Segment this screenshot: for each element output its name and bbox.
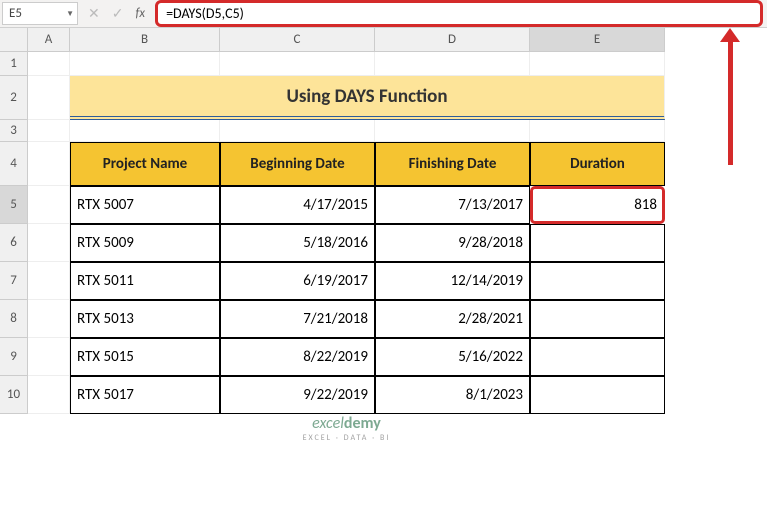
column-headers: A B C D E [28,28,665,52]
cell-d10[interactable]: 8/1/2023 [375,376,530,414]
table-row: Using DAYS Function [28,76,665,120]
callout-line [728,41,733,165]
check-icon[interactable]: ✓ [106,5,130,22]
formula-bar: E5 ▼ ✕ ✓ fx =DAYS(D5,C5) [0,0,767,28]
cell-a8[interactable] [28,300,70,338]
row-header-3[interactable]: 3 [0,120,28,142]
cell-d6[interactable]: 9/28/2018 [375,224,530,262]
callout-arrow-icon [720,28,740,42]
cell-a6[interactable] [28,224,70,262]
left-col: 1 2 3 4 5 6 7 8 9 10 [0,28,28,507]
row-header-5[interactable]: 5 [0,186,28,224]
name-box-value: E5 [9,6,22,21]
table-row [28,52,665,76]
row-headers: 1 2 3 4 5 6 7 8 9 10 [0,52,28,414]
row-header-9[interactable]: 9 [0,338,28,376]
cell-d7[interactable]: 12/14/2019 [375,262,530,300]
fx-icon[interactable]: fx [129,6,151,21]
cell-c1[interactable] [220,52,375,76]
cancel-icon[interactable]: ✕ [82,5,106,22]
cell-c5[interactable]: 4/17/2015 [220,186,375,224]
cell-d8[interactable]: 2/28/2021 [375,300,530,338]
cell-c10[interactable]: 9/22/2019 [220,376,375,414]
row-header-1[interactable]: 1 [0,52,28,76]
table-row: RTX 5017 9/22/2019 8/1/2023 [28,376,665,414]
cell-a1[interactable] [28,52,70,76]
cell-a4[interactable] [28,142,70,186]
cell-d1[interactable] [375,52,530,76]
cell-a2[interactable] [28,76,70,120]
table-row: RTX 5011 6/19/2017 12/14/2019 [28,262,665,300]
cell-b10[interactable]: RTX 5017 [70,376,220,414]
cell-c9[interactable]: 8/22/2019 [220,338,375,376]
formula-bar-controls: ✕ ✓ fx [78,0,155,27]
cell-e6[interactable] [530,224,665,262]
cell-e8[interactable] [530,300,665,338]
cell-b7[interactable]: RTX 5011 [70,262,220,300]
cell-d5[interactable]: 7/13/2017 [375,186,530,224]
table-row: RTX 5007 4/17/2015 7/13/2017 818 [28,186,665,224]
sheet-title[interactable]: Using DAYS Function [70,76,665,120]
watermark: exceldemy EXCEL · DATA · BI [291,410,403,447]
table-row: RTX 5009 5/18/2016 9/28/2018 [28,224,665,262]
row-header-7[interactable]: 7 [0,262,28,300]
cell-e3[interactable] [530,120,665,142]
cell-b8[interactable]: RTX 5013 [70,300,220,338]
cell-a5[interactable] [28,186,70,224]
cell-c6[interactable]: 5/18/2016 [220,224,375,262]
cell-a10[interactable] [28,376,70,414]
row-header-2[interactable]: 2 [0,76,28,120]
cell-b5[interactable]: RTX 5007 [70,186,220,224]
select-all-corner[interactable] [0,28,28,52]
cell-e9[interactable] [530,338,665,376]
row-header-6[interactable]: 6 [0,224,28,262]
row-header-4[interactable]: 4 [0,142,28,186]
col-header-b[interactable]: B [70,28,220,52]
cell-d3[interactable] [375,120,530,142]
formula-input[interactable]: =DAYS(D5,C5) [155,0,763,27]
watermark-brand: exceldemy [303,414,391,433]
header-begin[interactable]: Beginning Date [220,142,375,186]
name-box[interactable]: E5 ▼ [2,2,78,25]
cell-a9[interactable] [28,338,70,376]
table-row: Project Name Beginning Date Finishing Da… [28,142,665,186]
row-header-8[interactable]: 8 [0,300,28,338]
cell-c8[interactable]: 7/21/2018 [220,300,375,338]
col-header-a[interactable]: A [28,28,70,52]
cell-e7[interactable] [530,262,665,300]
cell-b6[interactable]: RTX 5009 [70,224,220,262]
cell-b3[interactable] [70,120,220,142]
col-header-d[interactable]: D [375,28,530,52]
sheet-area: 1 2 3 4 5 6 7 8 9 10 A B C D E [0,28,767,507]
cell-c7[interactable]: 6/19/2017 [220,262,375,300]
chevron-down-icon[interactable]: ▼ [66,9,74,19]
cell-a3[interactable] [28,120,70,142]
grid: A B C D E Using DAYS Function Projec [28,28,665,507]
table-row [28,120,665,142]
header-duration[interactable]: Duration [530,142,665,186]
cell-c3[interactable] [220,120,375,142]
formula-text: =DAYS(D5,C5) [166,5,244,22]
header-finish[interactable]: Finishing Date [375,142,530,186]
cell-a7[interactable] [28,262,70,300]
cell-e1[interactable] [530,52,665,76]
table-row: RTX 5013 7/21/2018 2/28/2021 [28,300,665,338]
cell-b9[interactable]: RTX 5015 [70,338,220,376]
col-header-c[interactable]: C [220,28,375,52]
table-row: RTX 5015 8/22/2019 5/16/2022 [28,338,665,376]
cell-b1[interactable] [70,52,220,76]
cell-e10[interactable] [530,376,665,414]
col-header-e[interactable]: E [530,28,665,52]
row-header-10[interactable]: 10 [0,376,28,414]
header-project[interactable]: Project Name [70,142,220,186]
cell-e5[interactable]: 818 [530,186,665,224]
cell-d9[interactable]: 5/16/2022 [375,338,530,376]
watermark-tag: EXCEL · DATA · BI [303,433,391,443]
